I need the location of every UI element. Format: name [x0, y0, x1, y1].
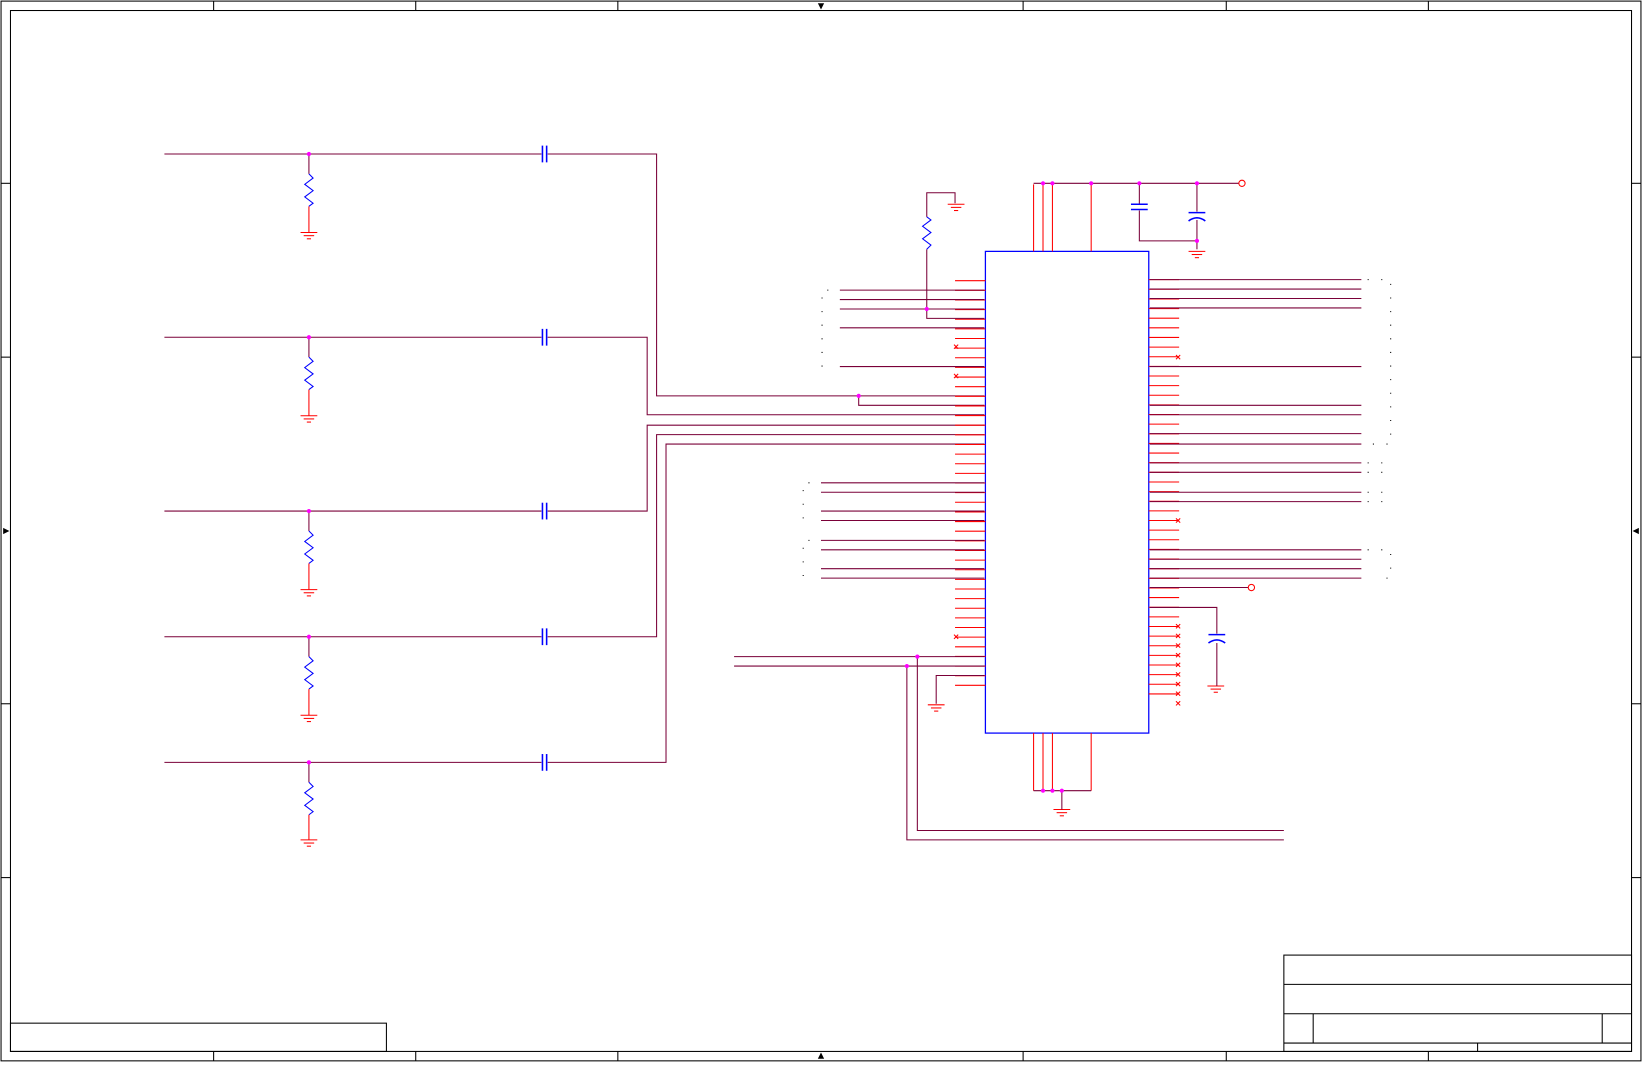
ground-icon	[300, 589, 318, 597]
center-marker-arrows	[3, 3, 1639, 1059]
junction-icon	[1089, 181, 1094, 186]
resistor-ch1	[303, 153, 314, 233]
junction-icon	[1040, 181, 1046, 186]
left-signal-wires	[734, 289, 1284, 841]
power-port-icon	[1238, 179, 1246, 187]
ground-icon	[300, 714, 318, 723]
ic-right-pins	[1148, 279, 1180, 695]
right-signal-wires	[1149, 279, 1362, 686]
capacitor-ch1	[541, 145, 548, 163]
power-rail	[1033, 182, 1239, 250]
main-ic-body	[984, 250, 1150, 734]
junction-icon	[915, 654, 920, 659]
capacitor-ch5	[541, 754, 548, 771]
ground-symbols	[300, 203, 1225, 847]
channel-resistors	[303, 153, 314, 840]
ground-icon	[927, 704, 945, 712]
sheet-frame	[0, 0, 1642, 1062]
junction-icon	[1194, 181, 1200, 186]
junction-dots	[306, 151, 1200, 793]
junction-icon	[306, 634, 312, 639]
output-port-icon	[1247, 583, 1256, 592]
schematic-canvas	[0, 0, 1642, 1062]
junction-icon	[306, 335, 312, 340]
title-block	[1283, 954, 1633, 1052]
no-connect-icon	[1175, 700, 1181, 706]
junction-icon	[924, 306, 929, 312]
junction-icon	[856, 393, 861, 398]
capacitor-ch3	[541, 502, 548, 520]
ground-icon	[1053, 809, 1071, 817]
resistor-ch4	[303, 636, 314, 716]
junction-icon	[1137, 181, 1142, 186]
coupling-capacitors	[541, 145, 548, 771]
schematic-sheet	[0, 0, 1642, 1063]
resistor-ch5	[303, 762, 314, 840]
junction-icon	[306, 151, 312, 157]
junction-icon	[1050, 181, 1055, 186]
ic-top-power-pins	[1033, 184, 1092, 252]
ground-icon	[947, 203, 965, 212]
resistor-ch2	[303, 337, 314, 416]
ground-icon	[1207, 685, 1225, 693]
junction-icon	[1194, 238, 1200, 243]
resistor-ch3	[303, 511, 314, 590]
junction-icon	[306, 760, 312, 765]
no-connect-markers	[953, 344, 1181, 640]
ground-icon	[300, 839, 318, 847]
ground-icon	[1188, 250, 1206, 259]
junction-icon	[904, 663, 909, 669]
capacitor-ch4	[541, 628, 548, 646]
notes-box	[9, 1022, 387, 1052]
junction-icon	[1059, 788, 1064, 793]
ic-bottom-pins	[1033, 733, 1092, 791]
capacitor-ch2	[541, 328, 548, 346]
input-channel-wires	[164, 153, 985, 763]
ground-icon	[300, 415, 318, 423]
right-bus-brackets	[1367, 279, 1392, 579]
bottom-ground-net	[1033, 790, 1092, 810]
ground-icon	[300, 232, 318, 240]
junction-icon	[1050, 788, 1055, 793]
junction-icon	[1040, 788, 1046, 793]
junction-icon	[306, 508, 312, 514]
